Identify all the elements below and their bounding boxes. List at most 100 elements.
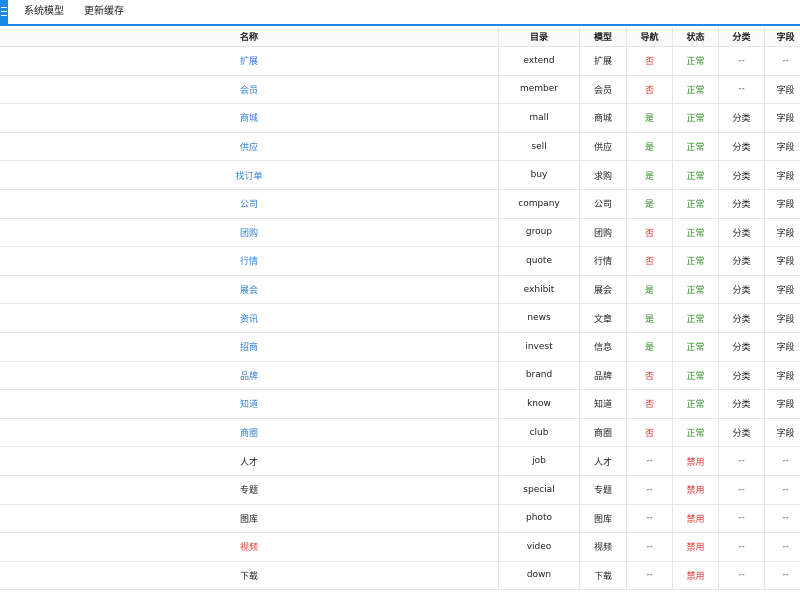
cell-category[interactable]: 分类 xyxy=(732,400,750,410)
cell-dir-cell: news xyxy=(498,303,580,333)
cell-field[interactable]: 字段 xyxy=(776,429,794,439)
cell-category-cell: 分类 xyxy=(718,418,765,448)
cell-field[interactable]: 字段 xyxy=(776,372,794,382)
cell-name[interactable]: 资讯 xyxy=(240,315,258,325)
cell-field[interactable]: 字段 xyxy=(776,315,794,325)
cell-category[interactable]: 分类 xyxy=(732,229,750,239)
cell-name[interactable]: 展会 xyxy=(240,286,258,296)
cell-name[interactable]: 供应 xyxy=(240,143,258,153)
menu-icon[interactable] xyxy=(0,0,8,24)
cell-status-cell: 正常 xyxy=(672,389,719,419)
tab-update-cache[interactable]: 更新缓存 xyxy=(84,0,124,24)
cell-dir: quote xyxy=(526,255,552,266)
cell-nav-cell: -- xyxy=(626,446,673,476)
cell-status[interactable]: 正常 xyxy=(686,200,704,210)
cell-field[interactable]: 字段 xyxy=(776,400,794,410)
cell-nav[interactable]: 否 xyxy=(645,400,654,410)
cell-nav[interactable]: 否 xyxy=(645,257,654,267)
cell-dir-cell: special xyxy=(498,475,580,505)
cell-name-cell: 商圈 xyxy=(0,418,499,448)
cell-status[interactable]: 正常 xyxy=(686,172,704,182)
cell-name[interactable]: 行情 xyxy=(240,257,258,267)
cell-category[interactable]: 分类 xyxy=(732,200,750,210)
cell-status[interactable]: 正常 xyxy=(686,343,704,353)
cell-name-cell: 行情 xyxy=(0,246,499,276)
cell-dir: photo xyxy=(526,513,552,524)
cell-nav[interactable]: 否 xyxy=(645,429,654,439)
cell-category[interactable]: 分类 xyxy=(732,429,750,439)
cell-field[interactable]: 字段 xyxy=(776,114,794,124)
cell-name[interactable]: 招商 xyxy=(240,343,258,353)
cell-nav[interactable]: 是 xyxy=(645,286,654,296)
cell-nav[interactable]: 否 xyxy=(645,372,654,382)
cell-field[interactable]: 字段 xyxy=(776,200,794,210)
cell-category[interactable]: 分类 xyxy=(732,114,750,124)
cell-status-cell: 正常 xyxy=(672,46,719,76)
cell-nav[interactable]: 否 xyxy=(645,57,654,67)
cell-name[interactable]: 知道 xyxy=(240,400,258,410)
cell-category[interactable]: 分类 xyxy=(732,143,750,153)
table-row: 扩展 extend 扩展 否 正常 -- -- xyxy=(0,46,800,76)
cell-field: -- xyxy=(782,570,789,581)
cell-nav[interactable]: 是 xyxy=(645,114,654,124)
cell-nav[interactable]: 是 xyxy=(645,200,654,210)
cell-nav[interactable]: 是 xyxy=(645,172,654,182)
cell-status[interactable]: 正常 xyxy=(686,229,704,239)
cell-name[interactable]: 会员 xyxy=(240,86,258,96)
cell-name[interactable]: 商圈 xyxy=(240,429,258,439)
cell-nav-cell: 是 xyxy=(626,160,673,190)
cell-category-cell: -- xyxy=(718,46,765,76)
cell-status[interactable]: 禁用 xyxy=(686,458,704,468)
cell-status[interactable]: 正常 xyxy=(686,86,704,96)
cell-field[interactable]: 字段 xyxy=(776,286,794,296)
cell-field[interactable]: 字段 xyxy=(776,143,794,153)
cell-status[interactable]: 正常 xyxy=(686,286,704,296)
cell-status[interactable]: 正常 xyxy=(686,143,704,153)
cell-dir: invest xyxy=(525,341,553,352)
cell-category[interactable]: 分类 xyxy=(732,372,750,382)
cell-category[interactable]: 分类 xyxy=(732,315,750,325)
cell-nav[interactable]: 是 xyxy=(645,143,654,153)
cell-status[interactable]: 正常 xyxy=(686,257,704,267)
cell-status[interactable]: 禁用 xyxy=(686,572,704,582)
cell-model-cell: 团购 xyxy=(579,218,627,248)
table-row: 展会 exhibit 展会 是 正常 分类 字段 xyxy=(0,275,800,305)
cell-nav-cell: 否 xyxy=(626,246,673,276)
cell-status[interactable]: 禁用 xyxy=(686,486,704,496)
cell-name[interactable]: 团购 xyxy=(240,229,258,239)
cell-nav[interactable]: 否 xyxy=(645,86,654,96)
cell-category[interactable]: 分类 xyxy=(732,286,750,296)
cell-status[interactable]: 正常 xyxy=(686,114,704,124)
cell-nav[interactable]: 是 xyxy=(645,315,654,325)
cell-status[interactable]: 正常 xyxy=(686,429,704,439)
cell-status[interactable]: 正常 xyxy=(686,57,704,67)
cell-model-cell: 供应 xyxy=(579,132,627,162)
cell-field[interactable]: 字段 xyxy=(776,86,794,96)
cell-name[interactable]: 找订单 xyxy=(235,172,262,182)
cell-model-cell: 商圈 xyxy=(579,418,627,448)
cell-name[interactable]: 扩展 xyxy=(240,57,258,67)
cell-name[interactable]: 品牌 xyxy=(240,372,258,382)
cell-status[interactable]: 禁用 xyxy=(686,543,704,553)
tab-system-model[interactable]: 系统模型 xyxy=(24,0,64,24)
cell-status[interactable]: 禁用 xyxy=(686,515,704,525)
cell-field[interactable]: 字段 xyxy=(776,343,794,353)
cell-field[interactable]: 字段 xyxy=(776,172,794,182)
cell-name: 图库 xyxy=(239,514,258,525)
cell-field[interactable]: 字段 xyxy=(776,229,794,239)
cell-category[interactable]: 分类 xyxy=(732,343,750,353)
cell-name-cell: 供应 xyxy=(0,132,499,162)
cell-nav[interactable]: 否 xyxy=(645,229,654,239)
cell-nav: -- xyxy=(646,570,653,581)
cell-name[interactable]: 公司 xyxy=(240,200,258,210)
cell-field[interactable]: 字段 xyxy=(776,257,794,267)
cell-status[interactable]: 正常 xyxy=(686,400,704,410)
cell-category[interactable]: 分类 xyxy=(732,257,750,267)
header-nav: 导航 xyxy=(626,27,673,47)
cell-status[interactable]: 正常 xyxy=(686,372,704,382)
cell-category[interactable]: 分类 xyxy=(732,172,750,182)
cell-nav[interactable]: 是 xyxy=(645,343,654,353)
cell-model-cell: 文章 xyxy=(579,303,627,333)
cell-name[interactable]: 商城 xyxy=(240,114,258,124)
cell-status[interactable]: 正常 xyxy=(686,315,704,325)
